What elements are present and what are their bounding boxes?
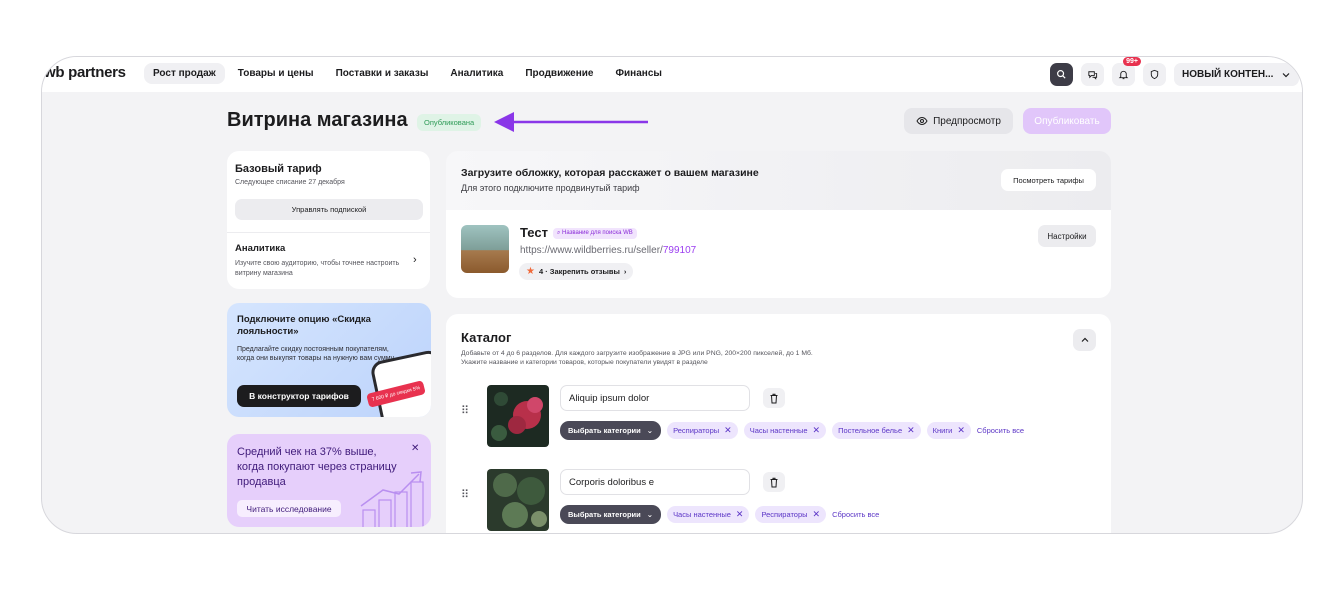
delete-section-button[interactable] <box>763 472 785 492</box>
store-thumbnail[interactable] <box>461 225 509 273</box>
topbar-actions: 99+ НОВЫЙ КОНТЕН... <box>1050 57 1300 86</box>
reset-all-link[interactable]: Сбросить все <box>832 510 879 519</box>
drag-handle-icon[interactable]: ⠿ <box>461 406 471 417</box>
search-button[interactable] <box>1050 63 1073 86</box>
publish-button[interactable]: Опубликовать <box>1023 108 1111 134</box>
close-icon[interactable]: ✕ <box>411 443 419 454</box>
category-chips: Выбрать категории ⌄ Часы настенные ✕ Респи… <box>560 505 879 524</box>
remove-chip-icon[interactable]: ✕ <box>813 509 821 520</box>
notifications-button[interactable]: 99+ <box>1112 57 1141 86</box>
catalog-section-row: ⠿ Corporis doloribus e Выбрать категории… <box>461 469 1101 533</box>
section-image[interactable] <box>487 385 549 447</box>
remove-chip-icon[interactable]: ✕ <box>813 425 821 436</box>
account-name: НОВЫЙ КОНТЕН... <box>1182 69 1274 80</box>
catalog-description-line2: Укажите название и категории товаров, ко… <box>461 359 708 366</box>
shield-icon <box>1150 69 1159 80</box>
collapse-button[interactable] <box>1073 329 1096 351</box>
category-chip: Часы настенные ✕ <box>743 422 827 439</box>
trash-icon <box>770 477 778 487</box>
search-icon <box>1057 70 1066 79</box>
store-name: Тест <box>520 225 548 240</box>
category-chip: Респираторы ✕ <box>667 422 738 439</box>
cover-upload-banner: Загрузите обложку, которая расскажет о в… <box>446 151 1111 211</box>
cover-subtitle: Для этого подключите продвинутый тариф <box>461 183 640 193</box>
category-chip: Книги ✕ <box>926 422 971 439</box>
catalog-card: Каталог Добавьте от 4 до 6 разделов. Для… <box>446 314 1111 533</box>
chat-icon <box>1088 71 1098 80</box>
chevron-right-icon: › <box>623 267 627 276</box>
divider <box>227 232 430 233</box>
trash-icon <box>770 393 778 403</box>
nav-item-finance[interactable]: Финансы <box>607 63 671 84</box>
section-name-input[interactable]: Aliquip ipsum dolor <box>560 385 750 411</box>
chevron-down-icon <box>1282 72 1290 77</box>
nav-item-sales-growth[interactable]: Рост продаж <box>144 63 225 84</box>
section-image[interactable] <box>487 469 549 531</box>
nav-item-supplies-orders[interactable]: Поставки и заказы <box>327 63 438 84</box>
research-promo-card: Средний чек на 37% выше, когда покупают … <box>227 434 431 527</box>
foliage-image <box>487 469 549 531</box>
remove-chip-icon[interactable]: ✕ <box>957 425 965 436</box>
catalog-description-line1: Добавьте от 4 до 6 разделов. Для каждого… <box>461 350 813 357</box>
delete-section-button[interactable] <box>763 388 785 408</box>
search-name-tag[interactable]: ⌕ Название для поиска WB <box>553 228 637 239</box>
main-nav: Рост продаж Товары и цены Поставки и зак… <box>144 63 671 84</box>
remove-chip-icon[interactable]: ✕ <box>907 425 915 436</box>
catalog-section-row: ⠿ Aliquip ipsum dolor Выбрать категории ⌄… <box>461 385 1101 451</box>
chevron-down-icon: ⌄ <box>646 510 654 519</box>
store-settings-button[interactable]: Настройки <box>1038 225 1096 247</box>
app-window: wb partners Рост продаж Товары и цены По… <box>41 56 1303 534</box>
drag-handle-icon[interactable]: ⠿ <box>461 490 471 501</box>
account-switcher[interactable]: НОВЫЙ КОНТЕН... <box>1174 63 1300 86</box>
flowers-image <box>487 385 549 447</box>
nav-item-promotion[interactable]: Продвижение <box>516 63 602 84</box>
tariff-next-charge: Следующее списание 27 декабря <box>235 179 345 186</box>
store-info-card: Тест ⌕ Название для поиска WB https://ww… <box>446 210 1111 298</box>
eye-icon <box>916 116 928 126</box>
tariff-builder-button[interactable]: В конструктор тарифов <box>237 385 361 407</box>
star-icon: ★ <box>526 266 535 277</box>
cover-title: Загрузите обложку, которая расскажет о в… <box>461 167 759 179</box>
loyalty-title: Подключите опцию «Скидка лояльности» <box>237 314 371 337</box>
analytics-title[interactable]: Аналитика <box>235 243 285 254</box>
section-name-input[interactable]: Corporis doloribus e <box>560 469 750 495</box>
annotation-arrow-icon <box>494 112 648 132</box>
read-research-button[interactable]: Читать исследование <box>237 500 341 517</box>
category-chips: Выбрать категории ⌄ Респираторы ✕ Часы нас… <box>560 421 1024 440</box>
rating-pin-reviews[interactable]: ★ 4 · Закрепить отзывы › <box>519 263 634 280</box>
chevron-right-icon[interactable]: › <box>413 254 417 266</box>
store-url[interactable]: https://www.wildberries.ru/seller/799107 <box>520 245 696 256</box>
growth-chart-icon <box>360 471 424 527</box>
notifications-badge: 99+ <box>1123 57 1141 66</box>
status-badge: Опубликована <box>417 114 482 131</box>
preview-button[interactable]: Предпросмотр <box>904 108 1013 134</box>
remove-chip-icon[interactable]: ✕ <box>736 509 744 520</box>
chevron-down-icon: ⌄ <box>646 426 654 435</box>
security-button[interactable] <box>1143 63 1166 86</box>
page-title: Витрина магазина <box>227 109 408 131</box>
tariff-card: Базовый тариф Следующее списание 27 дека… <box>227 151 430 289</box>
reset-all-link[interactable]: Сбросить все <box>977 426 1024 435</box>
remove-chip-icon[interactable]: ✕ <box>724 425 732 436</box>
choose-categories-button[interactable]: Выбрать категории ⌄ <box>560 505 662 524</box>
nav-item-analytics[interactable]: Аналитика <box>441 63 512 84</box>
chevron-up-icon <box>1081 337 1088 342</box>
view-tariffs-button[interactable]: Посмотреть тарифы <box>1001 169 1096 191</box>
analytics-description: Изучите свою аудиторию, чтобы точнее нас… <box>235 260 400 277</box>
tariff-title: Базовый тариф <box>235 163 322 175</box>
top-bar: wb partners Рост продаж Товары и цены По… <box>42 57 1302 92</box>
chat-button[interactable] <box>1081 63 1104 86</box>
loyalty-promo-card: Подключите опцию «Скидка лояльности» Пре… <box>227 303 431 417</box>
bell-icon <box>1118 70 1129 80</box>
choose-categories-button[interactable]: Выбрать категории ⌄ <box>560 421 662 440</box>
nav-item-products-prices[interactable]: Товары и цены <box>229 63 323 84</box>
category-chip: Часы настенные ✕ <box>667 506 750 523</box>
wb-partners-logo[interactable]: wb partners <box>44 64 126 81</box>
category-chip: Респираторы ✕ <box>755 506 827 523</box>
category-chip: Постельное белье ✕ <box>832 422 921 439</box>
manage-subscription-button[interactable]: Управлять подпиской <box>235 199 423 220</box>
catalog-title: Каталог <box>461 330 512 345</box>
